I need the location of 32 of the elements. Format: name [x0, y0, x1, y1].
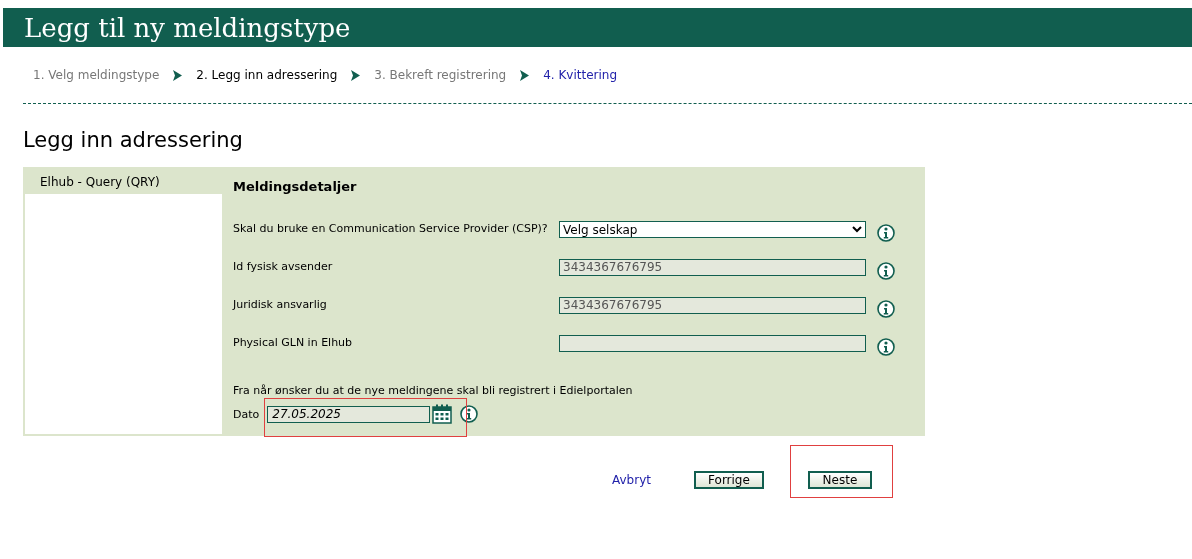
calendar-icon[interactable]: [432, 404, 453, 424]
readonly-field[interactable]: 3434367676795: [559, 259, 866, 276]
chevron-icon: [520, 69, 530, 81]
field-label: Skal du bruke en Communication Service Provider (CSP)?: [233, 221, 549, 236]
step-label: 3. Bekreft registrering: [374, 68, 507, 82]
info-icon[interactable]: [877, 262, 895, 280]
info-icon[interactable]: [877, 338, 895, 356]
info-icon[interactable]: [877, 300, 895, 318]
chevron-icon: [351, 69, 361, 81]
page-title: Legg til ny meldingstype: [24, 12, 351, 43]
form-title: Meldingsdetaljer: [233, 179, 358, 194]
dropdown-caret-icon: [852, 226, 862, 233]
step-label: 1. Velg meldingstype: [33, 68, 160, 82]
step-label: 2. Legg inn adressering: [196, 68, 338, 82]
cancel-link[interactable]: Avbryt: [612, 473, 651, 487]
field-label: Juridisk ansvarlig: [233, 297, 328, 312]
message-type-header: Elhub - Query (QRY): [25, 169, 222, 194]
date-label: Dato: [233, 407, 260, 421]
readonly-field[interactable]: 3434367676795: [559, 297, 866, 314]
field-label: Id fysisk avsender: [233, 259, 334, 274]
info-icon[interactable]: [460, 405, 479, 423]
step-link[interactable]: 4. Kvittering: [543, 68, 618, 82]
date-field[interactable]: 27.05.2025: [267, 405, 431, 423]
input-field[interactable]: [559, 335, 866, 352]
previous-button[interactable]: Forrige: [693, 471, 764, 489]
field-label: Physical GLN in Elhub: [233, 335, 354, 350]
next-button[interactable]: Neste: [807, 471, 872, 489]
chevron-icon: [173, 69, 183, 81]
company-select[interactable]: Velg selskap: [559, 221, 866, 238]
date-prompt: Fra når ønsker du at de nye meldingene skal bli registrert i Edielportalen: [233, 384, 634, 397]
info-icon[interactable]: [877, 224, 895, 242]
section-heading: Legg inn adressering: [23, 127, 244, 154]
